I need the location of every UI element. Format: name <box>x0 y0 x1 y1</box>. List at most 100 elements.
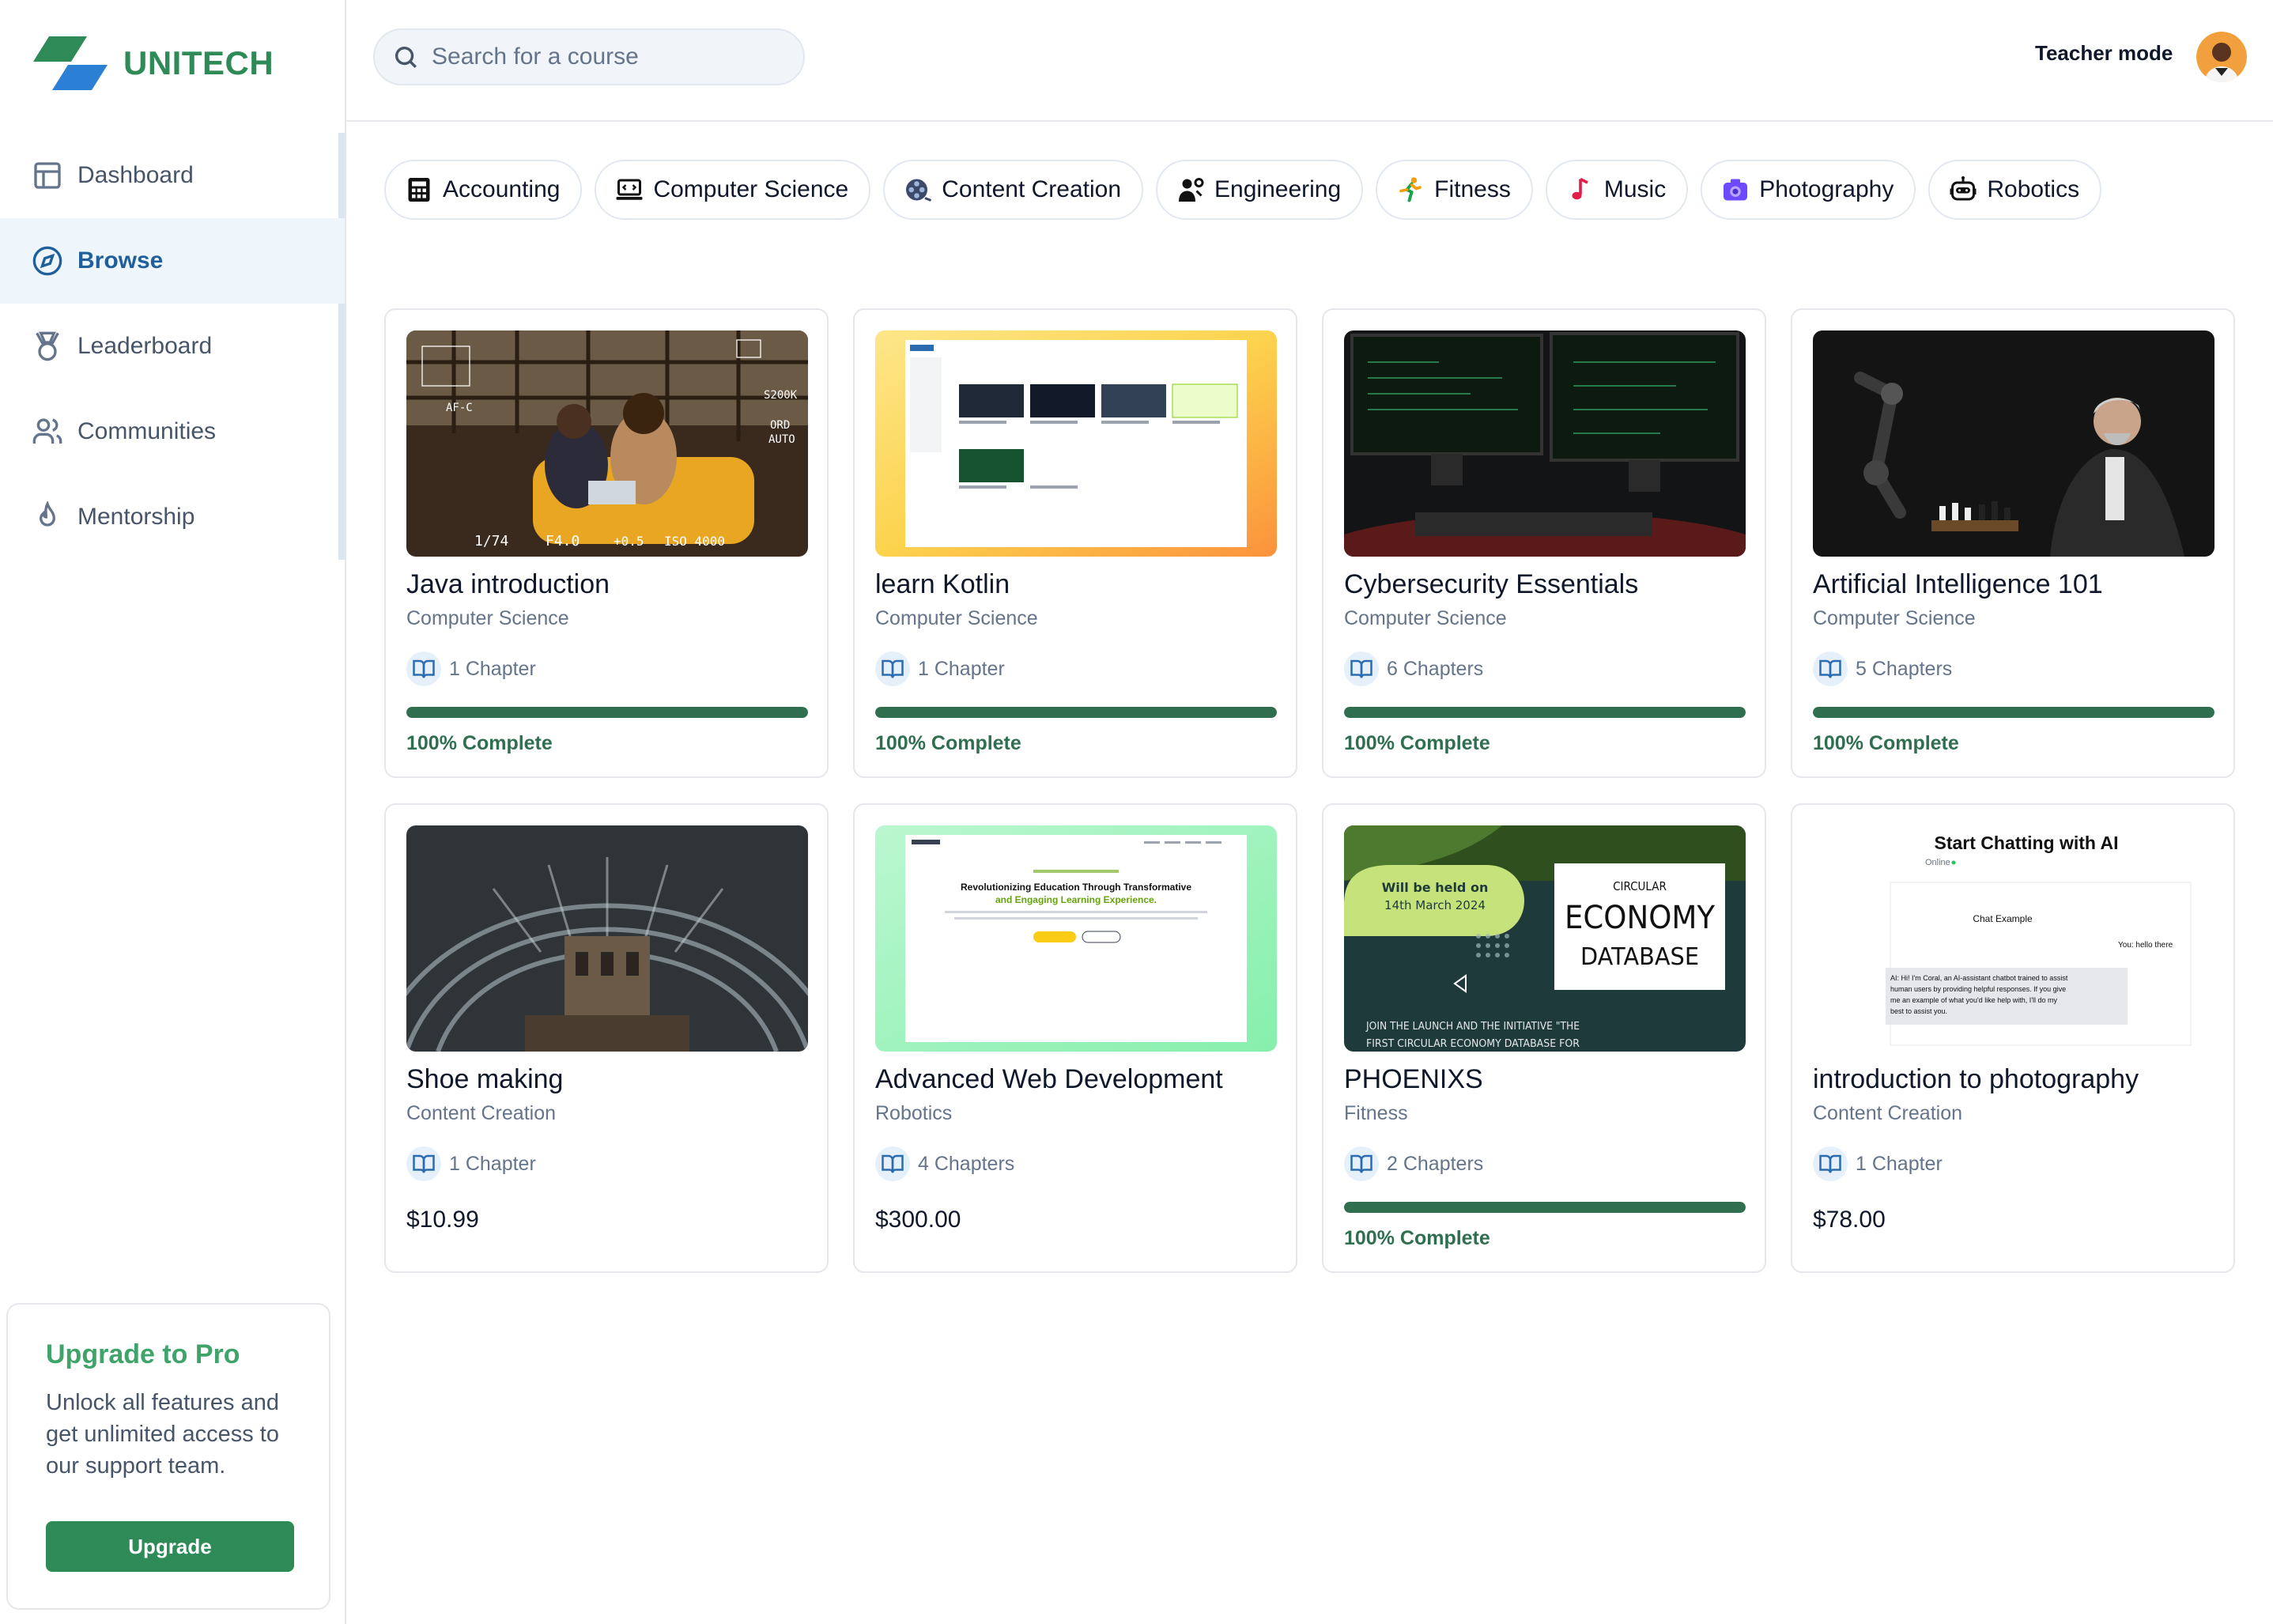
search-icon <box>395 46 417 68</box>
book-open-icon <box>1813 1146 1848 1181</box>
category-chip-robotics[interactable]: Robotics <box>1928 160 2102 220</box>
course-card[interactable]: Start Chatting with AI Online Chat Examp… <box>1791 803 2235 1273</box>
overlay-text: S200K <box>764 389 798 402</box>
chapter-count: 1 Chapter <box>1813 1146 1943 1181</box>
chapter-count: 1 Chapter <box>875 651 1005 686</box>
search-input[interactable]: Search for a course <box>373 28 805 85</box>
course-thumbnail: Revolutionizing Education Through Transf… <box>875 825 1277 1052</box>
category-label: Robotics <box>1987 176 2080 202</box>
sidebar-item-mentorship[interactable]: Mentorship <box>0 474 345 560</box>
progress-fill <box>1813 707 2214 718</box>
compass-icon <box>32 246 62 276</box>
category-chip-computer-science[interactable]: Computer Science <box>595 160 871 220</box>
course-card[interactable]: Cybersecurity Essentials Computer Scienc… <box>1322 308 1766 778</box>
chat-app-screenshot-image: Start Chatting with AI Online Chat Examp… <box>1813 825 2214 1052</box>
progress-bar <box>875 707 1277 718</box>
course-price: $78.00 <box>1813 1207 1886 1233</box>
category-label: Music <box>1603 176 1667 202</box>
progress-bar <box>406 707 808 718</box>
chapter-count: 1 Chapter <box>406 1146 536 1181</box>
overlay-text: AF-C <box>446 402 473 414</box>
progress-label: 100% Complete <box>1344 1227 1490 1249</box>
course-category: Computer Science <box>1344 607 1507 629</box>
upgrade-description: Unlock all features and get unlimited ac… <box>46 1390 279 1479</box>
circular-economy-poster-image: Will be held on 14th March 2024 CIRCULAR… <box>1344 825 1746 1052</box>
category-label: Photography <box>1759 176 1894 202</box>
web-headline-1: Revolutionizing Education Through Transf… <box>961 882 1191 893</box>
upgrade-card: Upgrade to Pro Unlock all features and g… <box>6 1303 330 1610</box>
chapter-count-label: 4 Chapters <box>918 1152 1015 1175</box>
java-camera-viewfinder-image: AF-C S200K ORD AUTO 1/74 F4.0 +0.5 ISO 4… <box>406 330 808 557</box>
category-chip-fitness[interactable]: Fitness <box>1376 160 1533 220</box>
poster-event-line-2: 14th March 2024 <box>1384 898 1486 912</box>
course-category: Computer Science <box>1813 607 1976 629</box>
course-title: learn Kotlin <box>875 569 1010 599</box>
progress-bar <box>1344 1202 1746 1213</box>
poster-box-line-2: ECONOMY <box>1565 900 1716 936</box>
upgrade-button[interactable]: Upgrade <box>46 1521 294 1572</box>
sidebar-item-label: Browse <box>77 247 164 274</box>
category-chip-accounting[interactable]: Accounting <box>384 160 583 220</box>
course-thumbnail <box>875 330 1277 557</box>
course-category: Robotics <box>875 1102 953 1124</box>
course-card[interactable]: Revolutionizing Education Through Transf… <box>853 803 1297 1273</box>
overlay-text: ISO 4000 <box>664 534 725 549</box>
sidebar-item-communities[interactable]: Communities <box>0 389 345 474</box>
category-chip-music[interactable]: Music <box>1545 160 1689 220</box>
overlay-text: 1/74 <box>474 533 508 550</box>
course-thumbnail <box>1344 330 1746 557</box>
chat-ai-msg: AI: Hi! I'm Coral, an AI-assistant chatb… <box>1890 974 2068 982</box>
web-headline-2: and Engaging Learning Experience. <box>995 894 1157 905</box>
chapter-count-label: 6 Chapters <box>1387 657 1484 680</box>
chat-ai-msg: me an example of what you'd like help wi… <box>1890 996 2058 1004</box>
book-open-icon <box>1344 1146 1379 1181</box>
category-chip-content-creation[interactable]: Content Creation <box>883 160 1144 220</box>
sidebar-item-label: Leaderboard <box>77 333 213 359</box>
poster-footer-1: JOIN THE LAUNCH AND THE INITIATIVE "THE <box>1365 1021 1580 1033</box>
users-icon <box>32 418 62 444</box>
upgrade-title: Upgrade to Pro <box>46 1339 240 1369</box>
sidebar-item-dashboard[interactable]: Dashboard <box>0 133 345 218</box>
chapter-count: 4 Chapters <box>875 1146 1014 1181</box>
logo[interactable]: UNITECH <box>32 35 274 92</box>
user-avatar-icon <box>2196 32 2247 82</box>
chat-user-msg: You: hello there <box>2118 941 2173 950</box>
teacher-mode-button[interactable]: Teacher mode <box>2035 41 2173 66</box>
search-placeholder: Search for a course <box>432 43 639 70</box>
category-chip-photography[interactable]: Photography <box>1701 160 1916 220</box>
category-label: Computer Science <box>653 176 849 202</box>
progress-label: 100% Complete <box>875 732 1021 754</box>
course-title: Shoe making <box>406 1064 564 1094</box>
music-note-icon <box>1566 176 1595 204</box>
category-label: Fitness <box>1434 176 1511 202</box>
avatar[interactable] <box>2196 32 2247 82</box>
course-card[interactable]: Shoe making Content Creation 1 Chapter $… <box>384 803 829 1273</box>
film-reel-icon <box>904 176 932 204</box>
sidebar-item-leaderboard[interactable]: Leaderboard <box>0 304 345 389</box>
book-open-icon <box>1813 651 1848 686</box>
sidebar-nav: Dashboard Browse Leaderboard Communities… <box>0 133 345 560</box>
course-title: Advanced Web Development <box>875 1064 1223 1094</box>
course-card[interactable]: Will be held on 14th March 2024 CIRCULAR… <box>1322 803 1766 1273</box>
robot-icon <box>1949 176 1977 204</box>
poster-box-line-3: DATABASE <box>1580 943 1699 971</box>
course-card[interactable]: learn Kotlin Computer Science 1 Chapter … <box>853 308 1297 778</box>
chat-ai-msg: best to assist you. <box>1890 1007 1947 1015</box>
course-thumbnail: Will be held on 14th March 2024 CIRCULAR… <box>1344 825 1746 1052</box>
progress-bar <box>1344 707 1746 718</box>
sidebar-item-label: Dashboard <box>77 162 194 188</box>
chat-status: Online <box>1925 858 1950 867</box>
course-price: $300.00 <box>875 1207 961 1233</box>
sidebar-item-browse[interactable]: Browse <box>0 218 345 304</box>
category-chip-engineering[interactable]: Engineering <box>1156 160 1364 220</box>
chapter-count-label: 2 Chapters <box>1387 1152 1484 1175</box>
course-card[interactable]: AF-C S200K ORD AUTO 1/74 F4.0 +0.5 ISO 4… <box>384 308 829 778</box>
course-card[interactable]: Artificial Intelligence 101 Computer Sci… <box>1791 308 2235 778</box>
course-category: Computer Science <box>406 607 569 629</box>
chat-ai-msg: human users by providing helpful respons… <box>1890 985 2066 993</box>
progress-fill <box>1344 707 1746 718</box>
sidebar-item-label: Mentorship <box>77 504 195 530</box>
book-open-icon <box>875 1146 910 1181</box>
chapter-count-label: 5 Chapters <box>1856 657 1953 680</box>
overlay-text: AUTO <box>768 433 795 446</box>
